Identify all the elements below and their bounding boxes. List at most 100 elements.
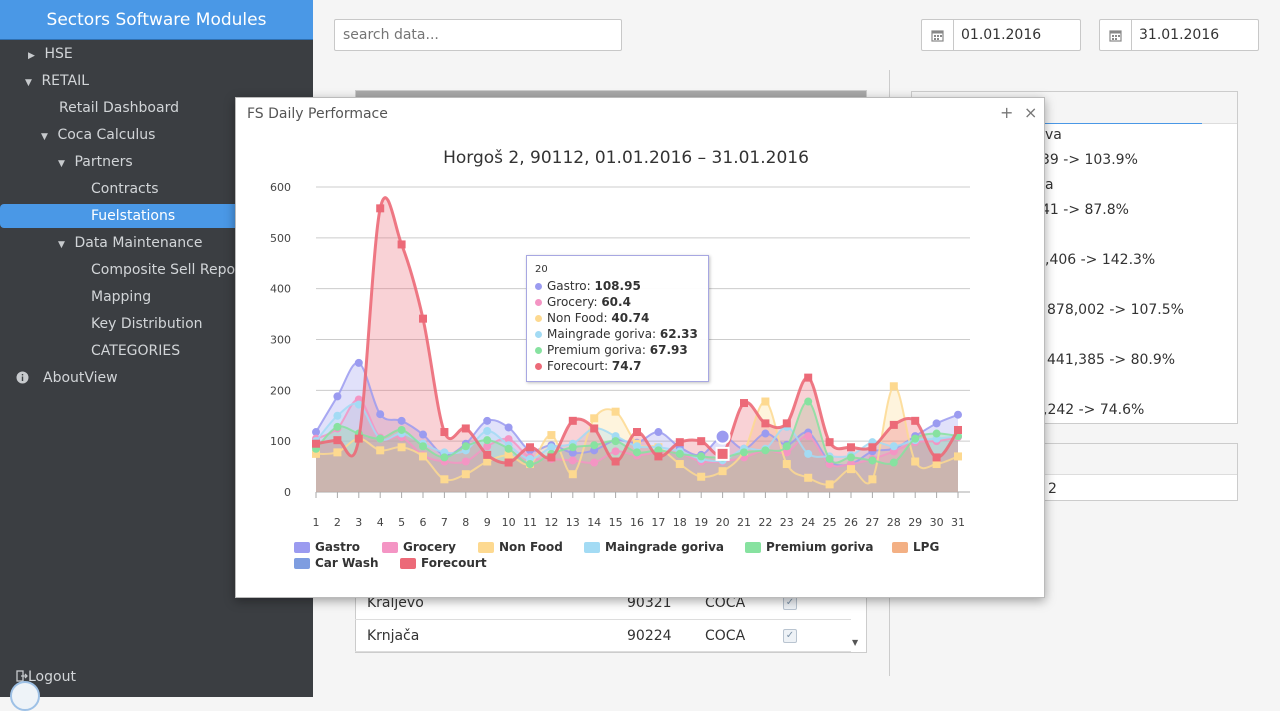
- sidebar-item-hse[interactable]: ▶ HSE: [28, 42, 73, 66]
- summary-line: 441,385 -> 80.9%: [1047, 352, 1176, 368]
- data-point: [825, 438, 834, 447]
- data-point: [911, 457, 920, 466]
- data-point: [547, 453, 556, 462]
- legend-item-grocery[interactable]: Grocery: [382, 540, 456, 554]
- x-tick-label: 15: [609, 516, 623, 529]
- date-from-field[interactable]: 01.01.2016: [921, 19, 1081, 51]
- x-tick-label: 30: [930, 516, 944, 529]
- data-point: [611, 437, 620, 446]
- data-point: [483, 436, 492, 445]
- sidebar-item-mapping[interactable]: Mapping: [91, 285, 151, 309]
- data-point: [568, 470, 577, 479]
- legend-item-car-wash[interactable]: Car Wash: [294, 556, 379, 570]
- summary-line: a: [1045, 177, 1054, 193]
- data-point: [440, 453, 449, 462]
- sidebar-item-categories[interactable]: CATEGORIES: [91, 339, 180, 363]
- sidebar-item-data-maintenance[interactable]: ▼ Data Maintenance: [58, 231, 203, 255]
- data-point: [782, 442, 791, 451]
- x-tick-label: 19: [694, 516, 708, 529]
- legend-item-maingrade[interactable]: Maingrade goriva: [584, 540, 724, 554]
- data-point: [954, 425, 962, 434]
- data-point: [333, 448, 342, 457]
- data-point: [740, 399, 748, 408]
- data-point: [847, 465, 855, 474]
- data-point: [697, 472, 706, 481]
- x-tick-label: 5: [398, 516, 405, 529]
- x-tick-label: 12: [544, 516, 558, 529]
- x-tick-label: 2: [334, 516, 341, 529]
- data-point: [483, 450, 492, 459]
- data-point: [868, 456, 877, 465]
- data-point: [419, 314, 427, 323]
- legend-item-lpg[interactable]: LPG: [892, 540, 939, 554]
- data-point: [419, 430, 427, 439]
- row-checkbox[interactable]: ✓: [783, 596, 797, 610]
- sidebar-item-partners[interactable]: ▼ Partners: [58, 150, 133, 174]
- data-point: [333, 422, 342, 431]
- scroll-down-icon[interactable]: ▼: [852, 638, 858, 647]
- data-point: [697, 452, 706, 461]
- data-point: [825, 480, 834, 489]
- data-point: [911, 416, 920, 425]
- x-tick-label: 29: [908, 516, 922, 529]
- data-point: [590, 458, 599, 467]
- data-point: [932, 429, 941, 438]
- sidebar-item-composite-sell-report[interactable]: Composite Sell Report: [91, 258, 246, 282]
- date-to-field[interactable]: 31.01.2016: [1099, 19, 1259, 51]
- chevron-down-icon: ▼: [25, 78, 32, 88]
- data-point: [611, 457, 620, 466]
- data-point: [461, 424, 470, 433]
- summary-line: 878,002 -> 107.5%: [1047, 302, 1184, 318]
- calendar-icon[interactable]: [922, 20, 954, 50]
- data-point: [675, 449, 684, 458]
- data-point: [718, 467, 727, 476]
- data-point: [675, 438, 684, 447]
- sidebar-item-retail-dashboard[interactable]: Retail Dashboard: [59, 96, 179, 120]
- search-input[interactable]: [334, 19, 622, 51]
- data-point: [761, 397, 770, 406]
- x-tick-label: 17: [651, 516, 665, 529]
- sidebar-item-key-distribution[interactable]: Key Distribution: [91, 312, 203, 336]
- data-point: [397, 425, 406, 434]
- date-from-value[interactable]: 01.01.2016: [954, 20, 1048, 50]
- data-point: [889, 382, 898, 391]
- data-point: [547, 431, 556, 440]
- avatar[interactable]: [10, 681, 40, 711]
- row-checkbox[interactable]: ✓: [783, 628, 797, 643]
- data-point: [761, 446, 770, 455]
- table-row[interactable]: Krnjača 90224 COCA ✓: [355, 619, 851, 652]
- data-point: [911, 434, 920, 443]
- data-point: [825, 454, 834, 463]
- x-tick-label: 6: [420, 516, 427, 529]
- sidebar-item-coca-calculus[interactable]: ▼ Coca Calculus: [41, 123, 155, 147]
- data-point: [376, 434, 385, 443]
- chevron-right-icon: ▶: [28, 51, 35, 61]
- legend-item-gastro[interactable]: Gastro: [294, 540, 360, 554]
- x-tick-label: 4: [377, 516, 384, 529]
- data-point: [397, 416, 406, 425]
- x-tick-label: 7: [441, 516, 448, 529]
- data-point: [397, 443, 406, 452]
- data-point: [804, 373, 813, 382]
- sidebar-item-retail[interactable]: ▼ RETAIL: [25, 69, 89, 93]
- data-point: [419, 442, 427, 451]
- data-point: [804, 473, 813, 482]
- legend-item-non-food[interactable]: Non Food: [478, 540, 563, 554]
- data-point: [568, 416, 577, 425]
- data-point: [440, 428, 449, 437]
- sidebar-item-contracts[interactable]: Contracts: [91, 177, 159, 201]
- app-title: Sectors Software Modules: [0, 0, 313, 40]
- legend-item-forecourt[interactable]: Forecourt: [400, 556, 487, 570]
- tooltip-entry: Premium goriva: 67.93: [535, 342, 700, 358]
- x-tick-label: 22: [758, 516, 772, 529]
- data-point: [675, 460, 684, 469]
- sidebar-item-aboutview[interactable]: AboutView: [16, 366, 118, 390]
- data-point: [633, 448, 641, 457]
- legend-item-premium[interactable]: Premium goriva: [745, 540, 873, 554]
- tooltip-entry: Non Food: 40.74: [535, 310, 700, 326]
- y-tick-label: 600: [270, 181, 291, 194]
- date-to-value[interactable]: 31.01.2016: [1132, 20, 1226, 50]
- x-tick-label: 9: [484, 516, 491, 529]
- tooltip-entry: Gastro: 108.95: [535, 278, 700, 294]
- calendar-icon[interactable]: [1100, 20, 1132, 50]
